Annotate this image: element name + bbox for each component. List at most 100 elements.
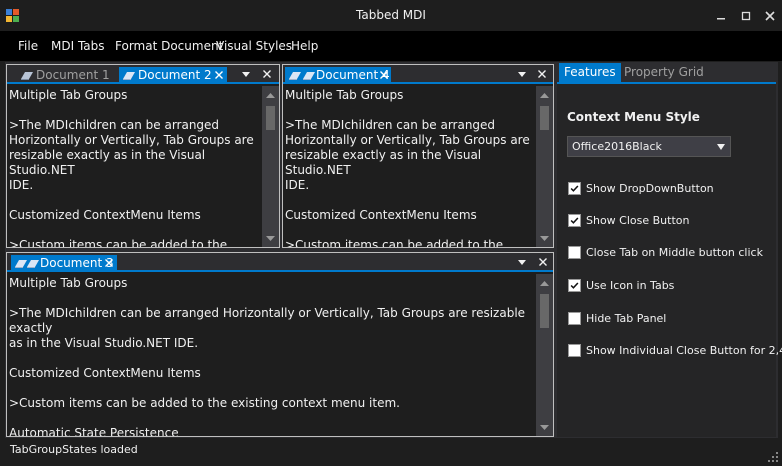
tab-group-2: Document 4 Multiple Tab Groups >The MDIch…	[282, 64, 554, 248]
chevron-down-icon[interactable]	[717, 143, 725, 151]
resize-grip-icon[interactable]	[767, 451, 779, 463]
scroll-down-icon[interactable]	[536, 231, 553, 246]
text-line: Horizontally or Vertically, Tab Groups a…	[9, 133, 254, 147]
title-bar: Tabbed MDI	[0, 0, 782, 31]
checkbox-checked-icon[interactable]	[568, 214, 581, 227]
menu-mdi-tabs[interactable]: MDI Tabs	[51, 39, 105, 53]
close-icon[interactable]	[379, 70, 389, 80]
context-menu-style-select[interactable]: Office2016Black	[567, 136, 731, 157]
text-line: >The MDIchildren can be arranged	[9, 118, 220, 132]
text-line: >Custom items can be added to the existi…	[9, 238, 228, 247]
tab-strip: Document 3	[7, 253, 553, 272]
checkbox-icon[interactable]	[568, 246, 581, 259]
scroll-thumb[interactable]	[540, 106, 549, 130]
text-line: Multiple Tab Groups	[9, 276, 128, 290]
option-label: Show Individual Close Button for 2,4	[586, 344, 782, 357]
tab-document-2[interactable]: Document 2	[119, 67, 227, 84]
close-icon[interactable]	[262, 69, 272, 79]
chevron-down-icon[interactable]	[517, 69, 527, 79]
menu-file[interactable]: File	[18, 39, 38, 53]
text-line: Automatic State Persistence	[9, 426, 179, 436]
document-icon	[123, 72, 135, 80]
document-icon	[21, 72, 33, 80]
text-line: IDE.	[285, 178, 310, 192]
text-line: as in the Visual Studio.NET IDE.	[9, 336, 199, 350]
document-4-content[interactable]: Multiple Tab Groups >The MDIchildren can …	[285, 88, 536, 247]
scroll-down-icon[interactable]	[262, 231, 279, 246]
scrollbar[interactable]	[262, 86, 279, 247]
tab-document-1[interactable]: Document 1	[17, 67, 113, 84]
chevron-down-icon[interactable]	[517, 257, 527, 267]
options-panel: Features Property Grid Context Menu Styl…	[557, 63, 782, 437]
option-label: Hide Tab Panel	[586, 312, 667, 325]
minimize-icon[interactable]	[713, 8, 729, 24]
tab-label: Document 2	[138, 68, 212, 82]
tab-document-4[interactable]: Document 4	[285, 67, 391, 84]
tab-property-grid[interactable]: Property Grid	[619, 63, 709, 82]
scroll-thumb[interactable]	[266, 106, 275, 130]
close-icon[interactable]	[538, 257, 548, 267]
checkbox-checked-icon[interactable]	[568, 279, 581, 292]
scrollbar[interactable]	[536, 86, 553, 247]
select-value: Office2016Black	[572, 140, 662, 153]
menu-visual-styles[interactable]: Visual Styles	[216, 39, 292, 53]
scroll-down-icon[interactable]	[536, 420, 553, 435]
close-window-icon[interactable]	[762, 8, 778, 24]
context-menu-style-heading: Context Menu Style	[567, 110, 700, 124]
text-line: Customized ContextMenu Items	[9, 208, 201, 222]
checkbox-icon[interactable]	[568, 344, 581, 357]
tab-strip: Document 4	[283, 65, 553, 84]
close-icon[interactable]	[104, 258, 114, 268]
menu-help[interactable]: Help	[291, 39, 318, 53]
text-line: resizable exactly as in the Visual Studi…	[9, 148, 206, 177]
document-icon	[289, 72, 301, 80]
scroll-up-icon[interactable]	[262, 88, 279, 103]
maximize-icon[interactable]	[738, 8, 754, 24]
option-label: Show DropDownButton	[586, 182, 714, 195]
close-icon[interactable]	[537, 69, 547, 79]
option-label: Close Tab on Middle button click	[586, 246, 763, 259]
checkbox-checked-icon[interactable]	[568, 182, 581, 195]
status-bar: TabGroupStates loaded	[0, 438, 782, 466]
document-3-content[interactable]: Multiple Tab Groups >The MDIchildren can …	[9, 276, 536, 436]
option-label: Use Icon in Tabs	[586, 279, 675, 292]
menu-format-document[interactable]: Format Document	[115, 39, 223, 53]
menu-bar: File MDI Tabs Format Document Visual Sty…	[0, 31, 782, 61]
scroll-up-icon[interactable]	[536, 88, 553, 103]
tab-document-3[interactable]: Document 3	[11, 255, 117, 272]
document-2-content[interactable]: Multiple Tab Groups >The MDIchildren can …	[9, 88, 262, 247]
panel-tab-strip: Features Property Grid	[557, 63, 776, 84]
scrollbar[interactable]	[536, 274, 553, 436]
text-line: >Custom items can be added to the existi…	[285, 238, 504, 247]
chevron-down-icon[interactable]	[241, 69, 251, 79]
text-line: Multiple Tab Groups	[9, 88, 128, 102]
text-line: IDE.	[9, 178, 34, 192]
status-text: TabGroupStates loaded	[10, 443, 138, 456]
tab-group-3: Document 3 Multiple Tab Groups >The MDIch…	[6, 252, 554, 437]
text-line: >Custom items can be added to the existi…	[9, 396, 400, 410]
text-line: resizable exactly as in the Visual Studi…	[285, 148, 482, 177]
text-line: Customized ContextMenu Items	[285, 208, 477, 222]
scroll-thumb[interactable]	[540, 294, 549, 328]
text-line: Horizontally or Vertically, Tab Groups a…	[285, 133, 530, 147]
text-line: >The MDIchildren can be arranged Horizon…	[9, 306, 526, 335]
tab-label: Document 3	[40, 256, 114, 270]
text-line: >The MDIchildren can be arranged	[285, 118, 496, 132]
scroll-up-icon[interactable]	[536, 276, 553, 291]
document-icon	[303, 72, 315, 80]
tab-features[interactable]: Features	[559, 63, 621, 82]
option-label: Show Close Button	[586, 214, 690, 227]
tab-label: Document 1	[36, 68, 110, 82]
text-line: Customized ContextMenu Items	[9, 366, 201, 380]
tab-strip: Document 1 Document 2	[7, 65, 279, 84]
window-title: Tabbed MDI	[356, 8, 426, 22]
checkbox-icon[interactable]	[568, 312, 581, 325]
close-icon[interactable]	[214, 70, 224, 80]
